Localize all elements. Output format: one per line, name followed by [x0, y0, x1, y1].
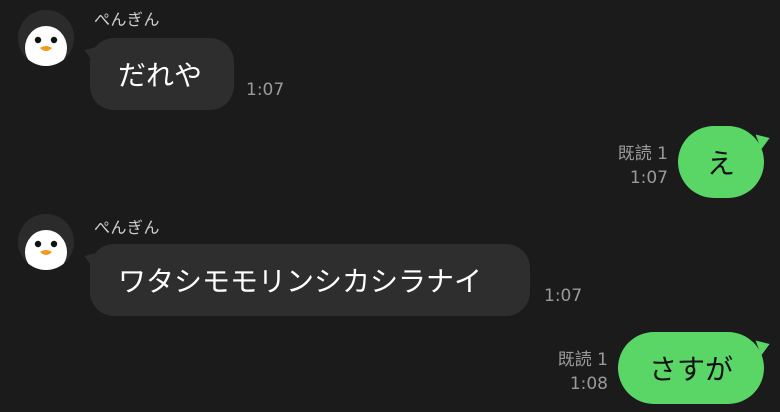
incoming-message-bubble[interactable]: だれや [81, 38, 234, 110]
read-receipt: 既読 1 [617, 144, 668, 164]
message-text: だれや [118, 59, 203, 92]
sender-name: ぺんぎん [94, 218, 161, 237]
message-time: 1:07 [246, 80, 285, 100]
sender-name: ぺんぎん [94, 10, 161, 29]
message-time: 1:08 [569, 374, 608, 394]
penguin-icon [18, 10, 74, 66]
message-time: 1:07 [544, 286, 583, 306]
bubble-tail [81, 42, 99, 62]
avatar[interactable] [18, 214, 74, 270]
read-receipt: 既読 1 [557, 350, 608, 370]
bubble-tail [755, 336, 773, 356]
penguin-icon [18, 214, 74, 270]
incoming-message-bubble[interactable]: ワタシモモリンシカシラナイ [81, 244, 530, 316]
message-text: え [706, 147, 735, 180]
message-time: 1:07 [629, 168, 668, 188]
bubble-tail [755, 130, 773, 150]
message-meta: 既読 1 1:08 [558, 348, 608, 396]
message-meta: 既読 1 1:07 [618, 142, 668, 190]
bubble-tail [81, 248, 99, 268]
message-text: さすが [648, 353, 733, 386]
avatar[interactable] [18, 10, 74, 66]
outgoing-message-bubble[interactable]: え [678, 126, 773, 198]
outgoing-message-bubble[interactable]: さすが [618, 332, 773, 404]
message-text: ワタシモモリンシカシラナイ [118, 265, 483, 298]
